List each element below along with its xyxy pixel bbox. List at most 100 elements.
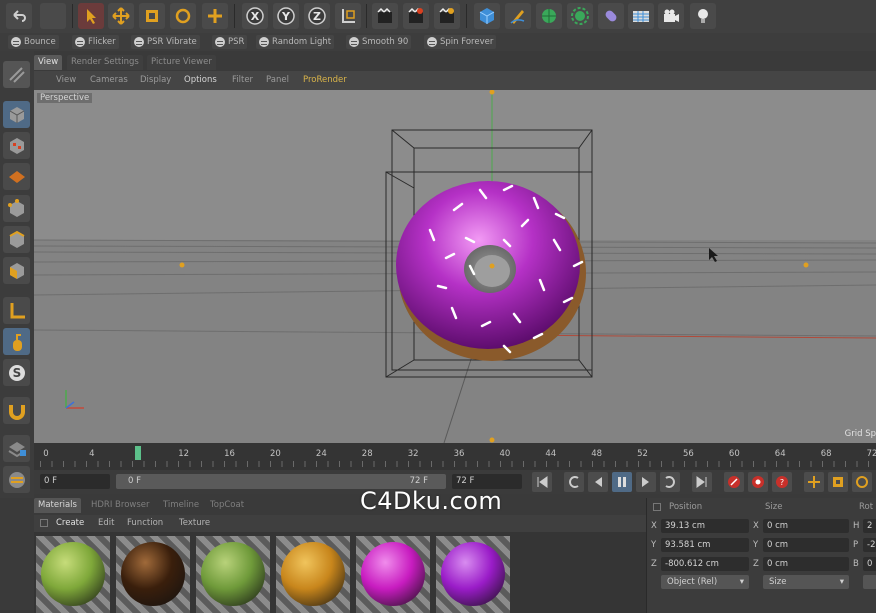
position-z-field[interactable]: -800.612 cm: [661, 557, 749, 571]
undo-icon[interactable]: [6, 3, 32, 29]
material-swatch[interactable]: [36, 536, 110, 613]
pen-icon[interactable]: [505, 3, 531, 29]
record-icon[interactable]: [724, 472, 744, 492]
plugin-smooth-90[interactable]: Smooth 90: [346, 35, 412, 49]
axis-mode-icon[interactable]: [3, 297, 30, 324]
menu-prorender[interactable]: ProRender: [303, 75, 347, 85]
plugin-spin-forever[interactable]: Spin Forever: [424, 35, 497, 49]
tweak-mode-icon[interactable]: [3, 328, 30, 355]
plugin-icon: [259, 37, 269, 47]
key-position-icon[interactable]: [804, 472, 824, 492]
texture-mode-icon[interactable]: [3, 132, 30, 159]
tab-hdri-browser[interactable]: HDRI Browser: [87, 498, 154, 513]
rot-h-field[interactable]: 2: [863, 519, 876, 533]
menu-edit[interactable]: Edit: [98, 518, 114, 528]
solo-icon[interactable]: [3, 466, 30, 493]
plugin-psr-vibrate[interactable]: PSR Vibrate: [131, 35, 200, 49]
model-mode-icon[interactable]: [3, 101, 30, 128]
points-mode-icon[interactable]: [3, 195, 30, 222]
perspective-viewport[interactable]: Perspective Grid Sp: [34, 90, 876, 443]
plugin-random-light[interactable]: Random Light: [256, 35, 335, 49]
size-y-field[interactable]: 0 cm: [763, 538, 849, 552]
playhead-marker[interactable]: [134, 446, 141, 460]
key-scale-icon[interactable]: [828, 472, 848, 492]
add-icon[interactable]: [202, 3, 228, 29]
tab-topcoat[interactable]: TopCoat: [206, 498, 249, 513]
go-to-end-icon[interactable]: [692, 472, 712, 492]
rotate-icon[interactable]: [170, 3, 196, 29]
subdivision-icon[interactable]: [536, 3, 562, 29]
material-preview-sphere: [201, 542, 265, 606]
size-mode-select[interactable]: Size ▾: [763, 575, 849, 589]
prev-key-icon[interactable]: [564, 472, 584, 492]
menu-create[interactable]: Create: [56, 518, 84, 528]
make-editable-icon[interactable]: [3, 61, 30, 88]
coordinate-mode-select[interactable]: Object (Rel) ▾: [661, 575, 749, 589]
material-swatch[interactable]: [436, 536, 510, 613]
start-frame-field[interactable]: 0 F: [40, 474, 110, 489]
separator: [466, 4, 467, 28]
mograph-icon[interactable]: [567, 3, 593, 29]
scene-icon[interactable]: [628, 3, 654, 29]
key-rotation-icon[interactable]: [852, 472, 872, 492]
edges-mode-icon[interactable]: [3, 226, 30, 253]
render-picture-icon[interactable]: [403, 3, 429, 29]
render-settings-icon[interactable]: [434, 3, 460, 29]
workplane-icon[interactable]: [3, 163, 30, 190]
position-x-field[interactable]: 39.13 cm: [661, 519, 749, 533]
prev-frame-icon[interactable]: [588, 472, 608, 492]
camera-icon[interactable]: [658, 3, 684, 29]
light-icon[interactable]: [690, 3, 716, 29]
size-x-field[interactable]: 0 cm: [763, 519, 849, 533]
material-swatch[interactable]: [356, 536, 430, 613]
y-axis-icon[interactable]: Y: [273, 3, 299, 29]
material-swatch[interactable]: [196, 536, 270, 613]
plugin-psr[interactable]: PSR: [212, 35, 248, 49]
menu-function[interactable]: Function: [127, 518, 163, 528]
viewport-label[interactable]: Perspective: [37, 93, 93, 103]
z-axis-icon[interactable]: Z: [304, 3, 330, 29]
deformer-icon[interactable]: [598, 3, 624, 29]
autokey-icon[interactable]: [748, 472, 768, 492]
go-to-start-icon[interactable]: [532, 472, 552, 492]
cube-icon[interactable]: [474, 3, 500, 29]
rot-b-field[interactable]: 0: [863, 557, 876, 571]
plugin-bounce[interactable]: Bounce: [8, 35, 59, 49]
plugin-bar: Bounce Flicker PSR Vibrate PSR Random Li…: [0, 33, 876, 51]
timeline-ruler[interactable]: 04812162024283236404448525660646872: [34, 443, 876, 470]
tab-materials[interactable]: Materials: [34, 498, 81, 513]
menu-cameras[interactable]: Cameras: [90, 75, 128, 85]
polygons-mode-icon[interactable]: [3, 257, 30, 284]
next-key-icon[interactable]: [660, 472, 680, 492]
tab-render-settings[interactable]: Render Settings: [67, 55, 143, 70]
next-frame-icon[interactable]: [636, 472, 656, 492]
menu-options[interactable]: Options: [184, 75, 217, 85]
keyframe-selection-icon[interactable]: ?: [772, 472, 792, 492]
rot-p-field[interactable]: -2: [863, 538, 876, 552]
snap-icon[interactable]: S: [3, 359, 30, 386]
menu-texture[interactable]: Texture: [179, 518, 210, 528]
select-icon[interactable]: [78, 3, 104, 29]
size-y-label: Y: [753, 540, 759, 550]
render-view-icon[interactable]: [372, 3, 398, 29]
material-swatch[interactable]: [276, 536, 350, 613]
tab-view[interactable]: View: [34, 55, 63, 70]
pause-icon[interactable]: [612, 472, 632, 492]
tab-timeline[interactable]: Timeline: [159, 498, 204, 513]
material-swatch[interactable]: [116, 536, 190, 613]
menu-filter[interactable]: Filter: [232, 75, 253, 85]
x-axis-icon[interactable]: X: [242, 3, 268, 29]
tab-picture-viewer[interactable]: Picture Viewer: [147, 55, 216, 70]
apply-button[interactable]: [863, 575, 876, 589]
coordinate-system-icon[interactable]: [335, 3, 361, 29]
menu-display[interactable]: Display: [140, 75, 171, 85]
magnet-icon[interactable]: [3, 397, 30, 424]
move-icon[interactable]: [108, 3, 134, 29]
scale-icon[interactable]: [139, 3, 165, 29]
position-y-field[interactable]: 93.581 cm: [661, 538, 749, 552]
lock-workplane-icon[interactable]: [3, 435, 30, 462]
size-z-field[interactable]: 0 cm: [763, 557, 849, 571]
menu-panel[interactable]: Panel: [266, 75, 289, 85]
menu-view[interactable]: View: [56, 75, 76, 85]
plugin-flicker[interactable]: Flicker: [72, 35, 119, 49]
